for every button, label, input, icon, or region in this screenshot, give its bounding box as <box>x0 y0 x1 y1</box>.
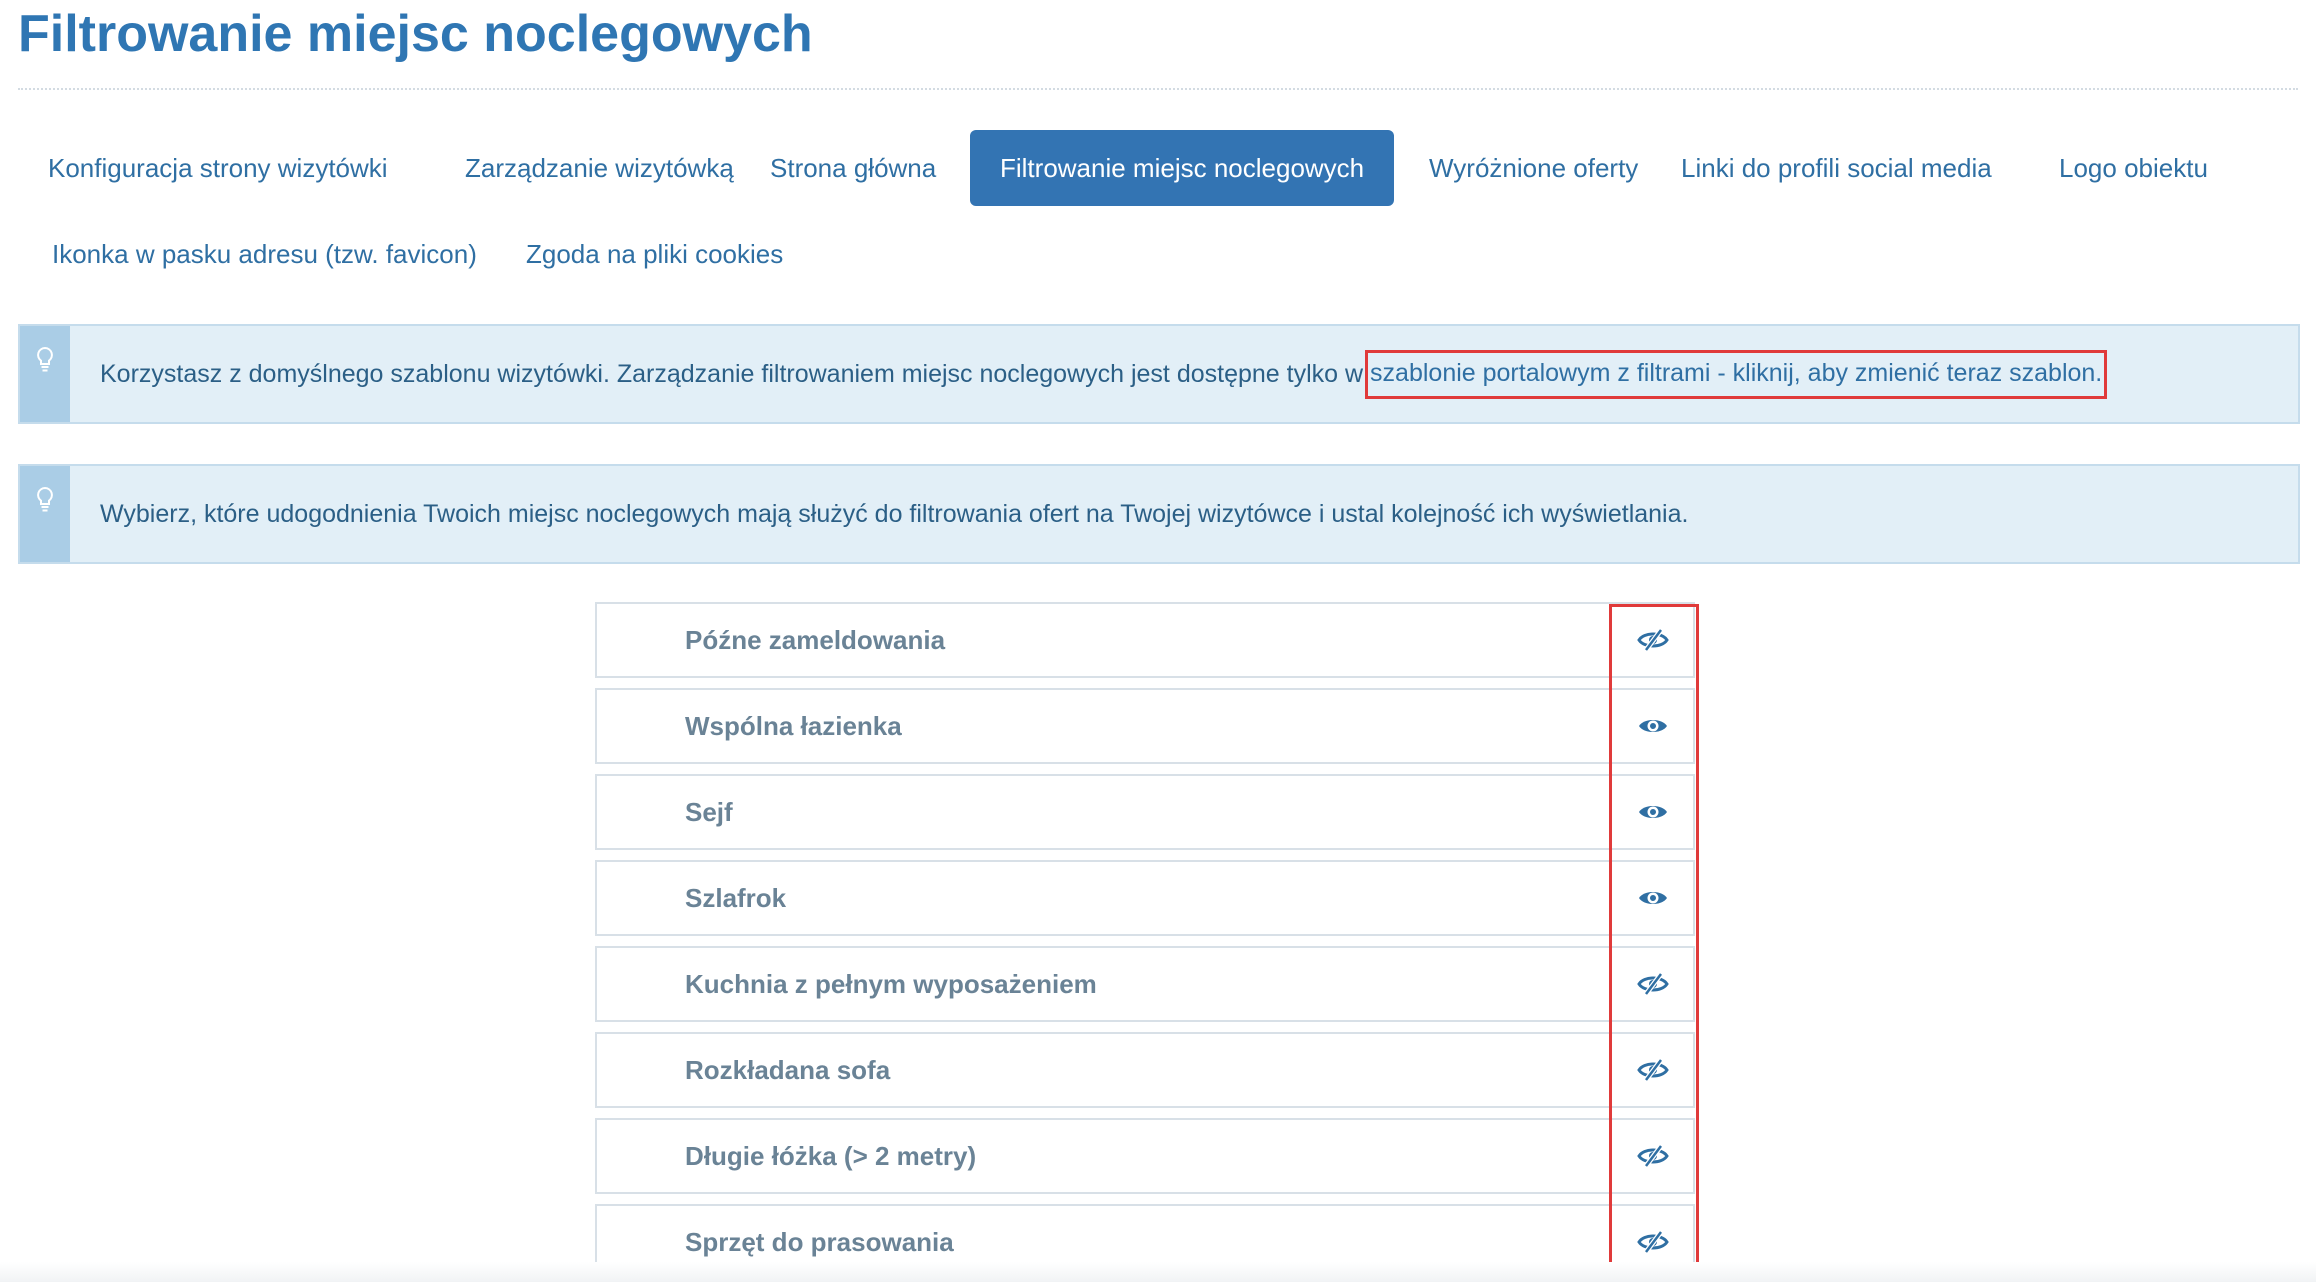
change-template-link[interactable]: szablonie portalowym z filtrami - klikni… <box>1365 349 2108 399</box>
template-notice-text: Korzystasz z domyślnego szablonu wizytów… <box>100 326 2108 422</box>
filter-label: Sejf <box>685 797 733 827</box>
eye-icon <box>1638 720 1667 732</box>
visibility-toggle[interactable] <box>1612 1120 1693 1192</box>
filter-row[interactable]: Późne zameldowania <box>595 602 1695 678</box>
filter-row[interactable]: Długie łóżka (> 2 metry) <box>595 1118 1695 1194</box>
visibility-toggle[interactable] <box>1612 690 1693 762</box>
lightbulb-icon <box>37 346 53 372</box>
template-notice: Korzystasz z domyślnego szablonu wizytów… <box>18 324 2300 424</box>
eye-icon <box>1638 806 1667 818</box>
filter-label: Długie łóżka (> 2 metry) <box>685 1141 977 1171</box>
template-notice-message: Korzystasz z domyślnego szablonu wizytów… <box>100 359 1364 388</box>
visibility-toggle[interactable] <box>1612 604 1693 676</box>
tab-konfiguracja-strony[interactable]: Konfiguracja strony wizytówki <box>18 130 418 206</box>
notice-strip <box>20 466 70 562</box>
tab-filtrowanie-miejsc[interactable]: Filtrowanie miejsc noclegowych <box>970 130 1395 206</box>
tab-linki-social-media[interactable]: Linki do profili social media <box>1651 130 2022 206</box>
eye-slash-icon <box>1636 1230 1669 1254</box>
filter-label: Wspólna łazienka <box>685 711 902 741</box>
visibility-toggle[interactable] <box>1612 948 1693 1020</box>
eye-icon <box>1638 892 1667 904</box>
eye-slash-icon <box>1636 1144 1669 1168</box>
instructions-notice-text: Wybierz, które udogodnienia Twoich miejs… <box>100 499 1689 528</box>
page-title: Filtrowanie miejsc noclegowych <box>18 5 813 63</box>
visibility-toggle[interactable] <box>1612 1034 1693 1106</box>
title-divider <box>18 88 2298 90</box>
visibility-toggle[interactable] <box>1612 862 1693 934</box>
filter-row[interactable]: Sejf <box>595 774 1695 850</box>
filter-label: Szlafrok <box>685 883 787 913</box>
eye-slash-icon <box>1636 628 1669 652</box>
visibility-toggle[interactable] <box>1612 776 1693 848</box>
filter-row[interactable]: Wspólna łazienka <box>595 688 1695 764</box>
instructions-notice: Wybierz, które udogodnienia Twoich miejs… <box>18 464 2300 564</box>
eye-slash-icon <box>1636 972 1669 996</box>
filter-row[interactable]: Rozkładana sofa <box>595 1032 1695 1108</box>
tab-zgoda-cookies[interactable]: Zgoda na pliki cookies <box>496 216 813 292</box>
tab-strona-glowna[interactable]: Strona główna <box>740 130 966 206</box>
tab-logo-obiektu[interactable]: Logo obiektu <box>2029 130 2238 206</box>
filter-label: Późne zameldowania <box>685 625 946 655</box>
lightbulb-icon <box>37 486 53 512</box>
filter-row[interactable]: Kuchnia z pełnym wyposażeniem <box>595 946 1695 1022</box>
filter-row[interactable]: Szlafrok <box>595 860 1695 936</box>
filter-label: Rozkładana sofa <box>685 1055 891 1085</box>
tab-favicon[interactable]: Ikonka w pasku adresu (tzw. favicon) <box>22 216 507 292</box>
eye-slash-icon <box>1636 1058 1669 1082</box>
tab-zarzadzanie-wizytowka[interactable]: Zarządzanie wizytówką <box>435 130 764 206</box>
notice-strip <box>20 326 70 422</box>
tab-wyroznione-oferty[interactable]: Wyróżnione oferty <box>1399 130 1668 206</box>
settings-tabs: Konfiguracja strony wizytówki Zarządzani… <box>18 130 2298 300</box>
page-bottom-fade <box>0 1262 2316 1282</box>
filter-label: Kuchnia z pełnym wyposażeniem <box>685 969 1097 999</box>
